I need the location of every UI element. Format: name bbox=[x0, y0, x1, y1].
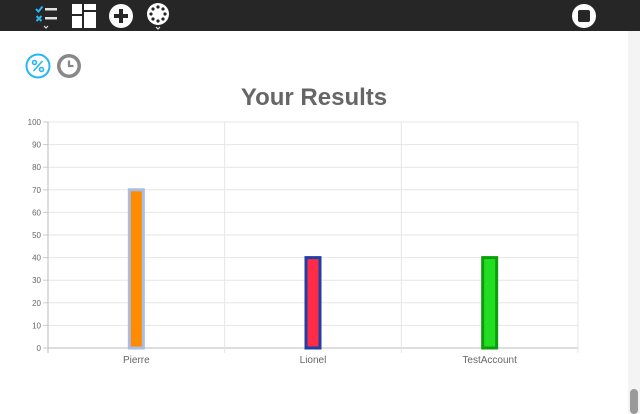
y-tick-label: 30 bbox=[32, 276, 41, 285]
add-icon bbox=[109, 4, 133, 28]
settings-dial-button[interactable] bbox=[144, 2, 172, 30]
results-bar-chart: 0 10 20 30 40 50 60 70 80 90 100 Pierre Lionel TestAc… bbox=[28, 118, 579, 366]
top-toolbar bbox=[0, 0, 640, 31]
bar-pierre bbox=[127, 188, 145, 350]
x-tick-label: Pierre bbox=[123, 355, 150, 366]
y-tick-label: 0 bbox=[37, 344, 42, 353]
stop-icon bbox=[572, 4, 596, 28]
y-tick-label: 20 bbox=[32, 299, 41, 308]
y-tick-label: 40 bbox=[32, 254, 41, 263]
add-button[interactable] bbox=[107, 2, 135, 30]
clock-mode-button[interactable] bbox=[56, 53, 82, 79]
bar-lionel bbox=[304, 256, 322, 350]
scrollbar[interactable] bbox=[628, 31, 640, 414]
settings-dial-icon bbox=[147, 3, 169, 30]
x-tick-label: TestAccount bbox=[462, 355, 517, 366]
y-tick-label: 100 bbox=[28, 118, 42, 127]
checklist-icon bbox=[35, 5, 57, 29]
y-tick-label: 70 bbox=[32, 186, 41, 195]
scrollbar-thumb[interactable] bbox=[630, 389, 638, 414]
dashboard-button[interactable] bbox=[70, 2, 98, 30]
stop-button[interactable] bbox=[570, 2, 598, 30]
percent-mode-button[interactable] bbox=[25, 53, 51, 79]
y-tick-label: 10 bbox=[32, 321, 41, 330]
x-tick-label: Lionel bbox=[300, 355, 327, 366]
y-tick-label: 80 bbox=[32, 163, 41, 172]
y-tick-label: 90 bbox=[32, 141, 41, 150]
bar-testaccount bbox=[481, 256, 499, 350]
y-tick-label: 50 bbox=[32, 231, 41, 240]
clock-icon bbox=[57, 54, 81, 78]
percent-icon bbox=[25, 53, 51, 79]
checklist-button[interactable] bbox=[32, 2, 60, 30]
y-tick-label: 60 bbox=[32, 208, 41, 217]
dashboard-grid-icon bbox=[72, 4, 96, 28]
chart-title: Your Results bbox=[240, 84, 388, 111]
